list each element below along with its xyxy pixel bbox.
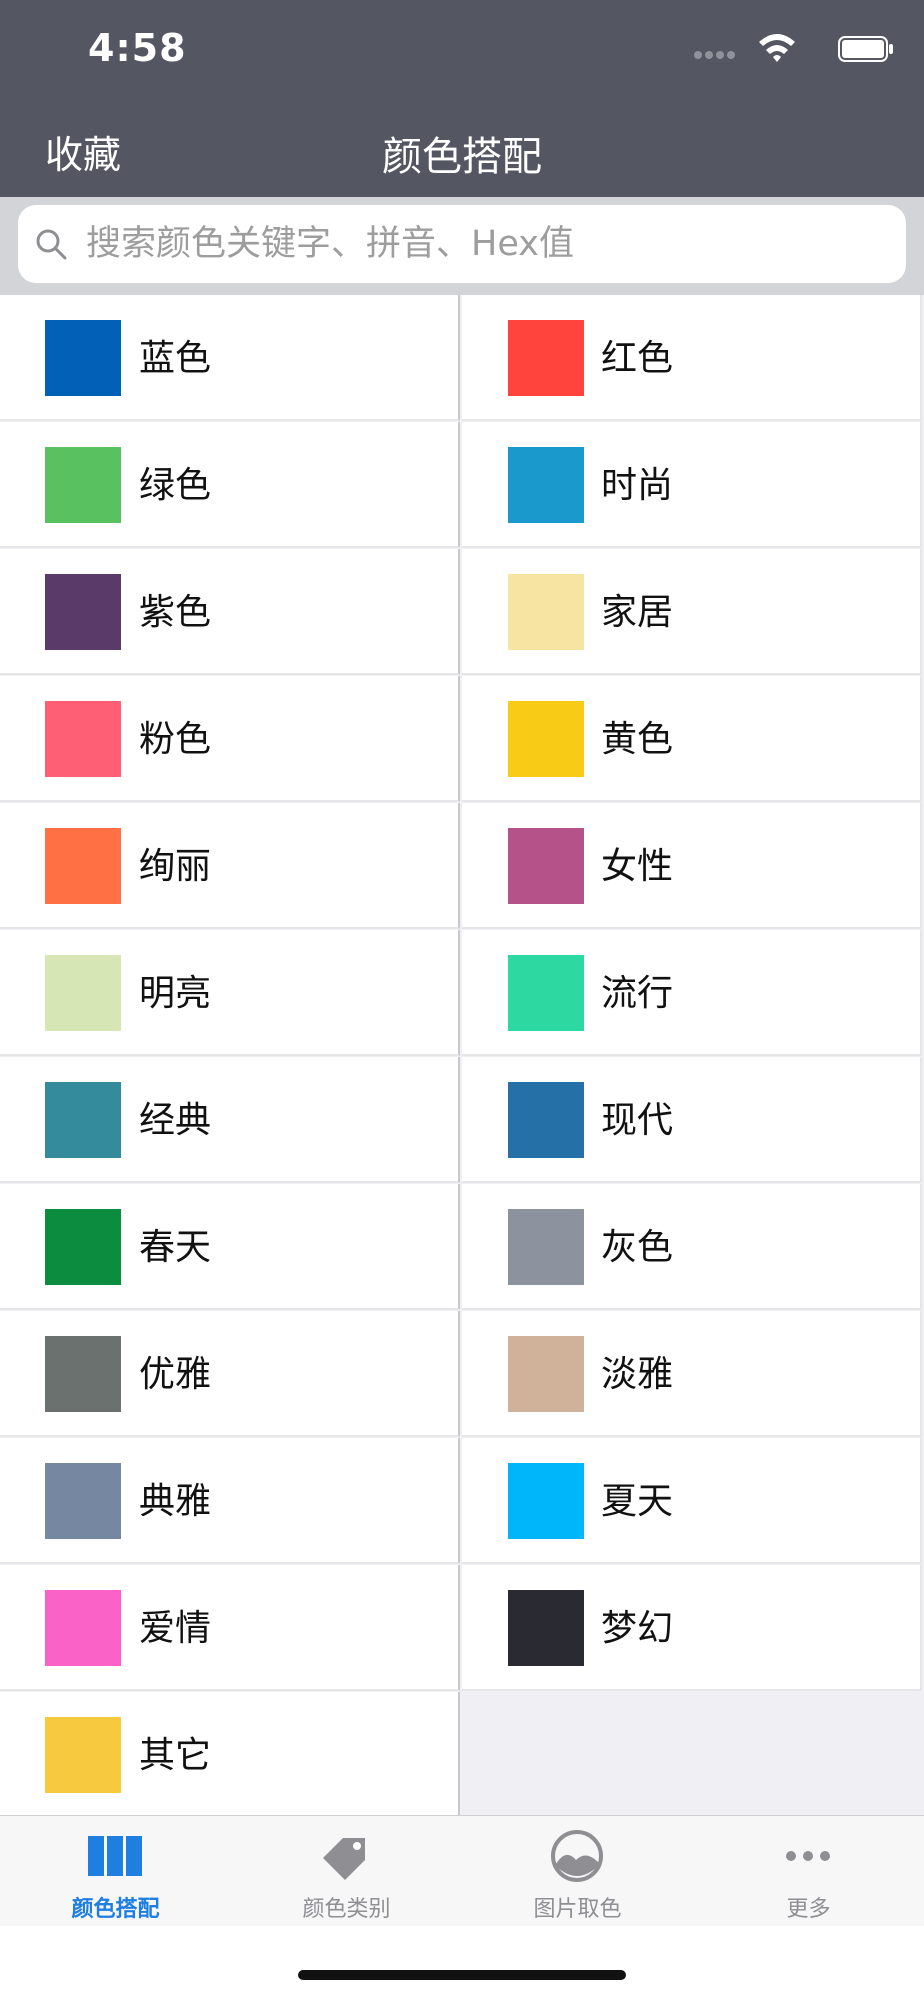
category-item[interactable]: 绚丽 [0,803,460,929]
search-bar [0,197,924,295]
category-label: 黄色 [601,719,674,760]
color-swatch [45,574,121,650]
wifi-icon [759,34,795,62]
category-item[interactable]: 蓝色 [0,295,460,421]
category-label: 灰色 [601,1227,674,1268]
category-item[interactable]: 经典 [0,1057,460,1183]
category-label: 经典 [139,1100,212,1141]
columns-icon [84,1828,146,1884]
category-label: 其它 [139,1735,212,1776]
image-icon [546,1828,608,1884]
category-item[interactable]: 春天 [0,1184,460,1310]
color-swatch [45,955,121,1031]
category-item[interactable]: 红色 [462,295,922,421]
color-swatch [508,701,584,777]
category-label: 爱情 [139,1608,212,1649]
color-swatch [508,828,584,904]
color-swatch [45,1336,121,1412]
status-icons [694,32,894,68]
category-item[interactable]: 夏天 [462,1438,922,1564]
battery-icon [838,36,893,62]
category-label: 红色 [601,338,674,379]
color-swatch [45,1590,121,1666]
tab-label: 图片取色 [533,1897,622,1922]
cellular-signal-icon [694,44,744,59]
color-swatch [508,574,584,650]
status-time: 4:58 [88,26,187,70]
category-item[interactable]: 流行 [462,930,922,1056]
category-label: 流行 [601,973,674,1014]
category-item[interactable]: 优雅 [0,1311,460,1437]
color-swatch [45,1717,121,1793]
category-item[interactable]: 女性 [462,803,922,929]
category-item[interactable]: 梦幻 [462,1565,922,1691]
color-swatch [508,447,584,523]
category-item[interactable]: 明亮 [0,930,460,1056]
color-swatch [45,1082,121,1158]
category-label: 夏天 [601,1481,674,1522]
category-label: 优雅 [139,1354,212,1395]
tab-label: 更多 [786,1897,831,1922]
category-item[interactable]: 紫色 [0,549,460,675]
color-swatch [45,828,121,904]
search-input[interactable] [84,221,888,267]
category-item[interactable]: 典雅 [0,1438,460,1564]
category-label: 绿色 [139,465,212,506]
color-swatch [508,955,584,1031]
color-swatch [45,701,121,777]
category-item[interactable]: 绿色 [0,422,460,548]
category-item[interactable]: 爱情 [0,1565,460,1691]
tab-tag[interactable]: 颜色类别 [231,1816,462,1926]
tab-label: 颜色搭配 [71,1897,160,1922]
category-item[interactable]: 粉色 [0,676,460,802]
search-field[interactable] [18,205,906,283]
category-label: 女性 [601,846,674,887]
color-swatch [508,1463,584,1539]
color-swatch [45,447,121,523]
tab-bar: 颜色搭配 颜色类别 图片取色 更多 [0,1815,924,1926]
color-swatch [508,320,584,396]
category-item[interactable]: 淡雅 [462,1311,922,1437]
category-label: 粉色 [139,719,212,760]
tab-image[interactable]: 图片取色 [462,1816,693,1926]
category-label: 蓝色 [139,338,212,379]
navigation-header: 4:58 收藏 颜色搭配 [0,0,924,197]
category-label: 紫色 [139,592,212,633]
color-swatch [508,1209,584,1285]
tag-icon [315,1828,377,1884]
category-label: 梦幻 [601,1608,674,1649]
category-label: 明亮 [139,973,212,1014]
color-swatch [45,1209,121,1285]
tab-more[interactable]: 更多 [693,1816,924,1926]
category-item[interactable]: 时尚 [462,422,922,548]
category-label: 现代 [601,1100,674,1141]
color-swatch [45,1463,121,1539]
category-label: 绚丽 [139,846,212,887]
page-title: 颜色搭配 [382,134,542,180]
category-label: 淡雅 [601,1354,674,1395]
more-icon [777,1828,839,1884]
color-swatch [508,1082,584,1158]
search-icon [36,229,67,260]
category-label: 时尚 [601,465,674,506]
category-item[interactable]: 现代 [462,1057,922,1183]
home-indicator [298,1970,626,1980]
category-item[interactable]: 灰色 [462,1184,922,1310]
tab-label: 颜色类别 [302,1897,391,1922]
color-swatch [45,320,121,396]
color-category-grid: 蓝色 红色绿色 时尚紫色 家居粉色 黄色绚丽 女性明亮 流行经典 现代春天 灰色优雅 淡雅典雅 夏天… [0,295,924,1818]
category-item[interactable]: 家居 [462,549,922,675]
color-swatch [508,1590,584,1666]
color-swatch [508,1336,584,1412]
category-item[interactable]: 其它 [0,1692,460,1818]
category-item[interactable]: 黄色 [462,676,922,802]
category-label: 家居 [601,592,674,633]
category-label: 典雅 [139,1481,212,1522]
category-label: 春天 [139,1227,212,1268]
tab-columns[interactable]: 颜色搭配 [0,1816,231,1926]
